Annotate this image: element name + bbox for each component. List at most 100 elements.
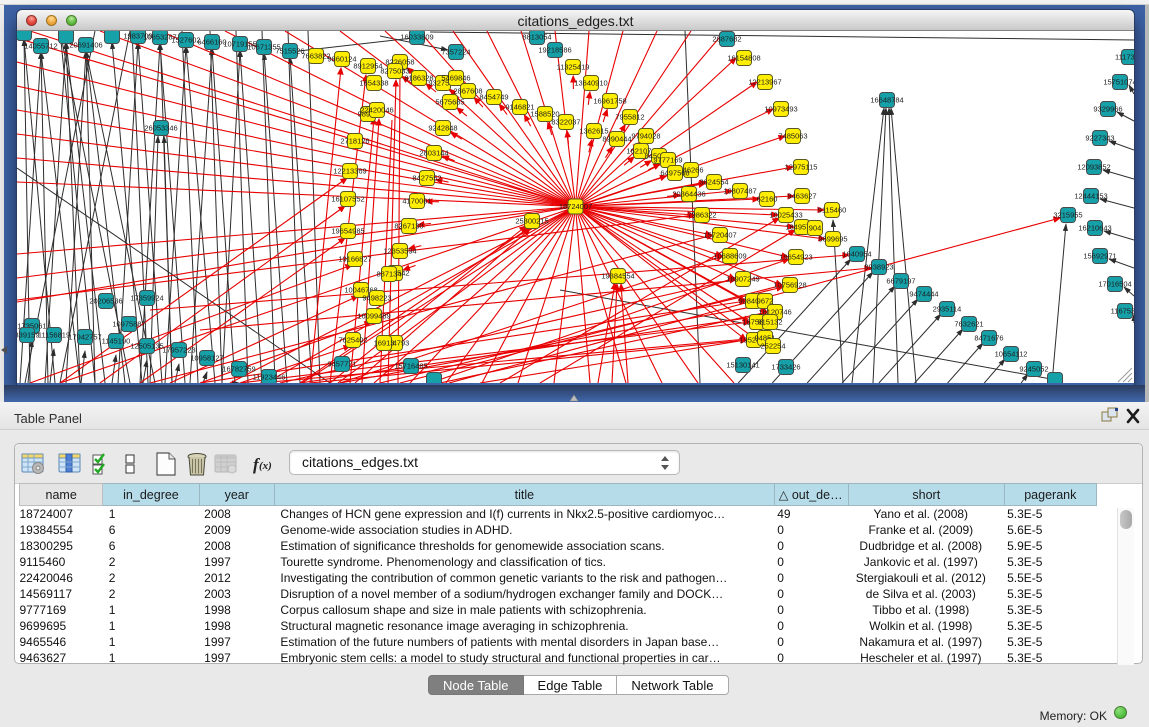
svg-text:7625402: 7625402 (338, 336, 367, 345)
svg-text:5675685: 5675685 (435, 98, 464, 107)
svg-text:6497568: 6497568 (660, 169, 689, 178)
svg-text:3624554: 3624554 (699, 178, 728, 187)
svg-text:16107552: 16107552 (331, 195, 364, 204)
svg-text:10688609: 10688609 (713, 252, 746, 261)
svg-text:9329966: 9329966 (1093, 105, 1122, 114)
svg-text:1167533: 1167533 (1111, 307, 1134, 316)
svg-text:16961758: 16961758 (593, 97, 626, 106)
svg-text:10958127: 10958127 (190, 354, 223, 363)
svg-text:16099489: 16099489 (357, 312, 390, 321)
svg-text:15692971: 15692971 (1083, 252, 1116, 261)
svg-text:15130141: 15130141 (726, 361, 759, 370)
svg-text:16033809: 16033809 (400, 33, 433, 42)
svg-text:14055712: 14055712 (24, 42, 57, 51)
svg-text:11156819: 11156819 (38, 331, 70, 340)
svg-text:16648784: 16648784 (870, 96, 903, 105)
svg-text:2867608: 2867608 (453, 87, 482, 96)
svg-text:10975887: 10975887 (112, 320, 145, 329)
svg-text:6466160: 6466160 (197, 38, 226, 47)
svg-text:7955812: 7955812 (615, 113, 644, 122)
svg-text:20206536: 20206536 (89, 297, 122, 306)
svg-text:1527602: 1527602 (171, 36, 200, 45)
svg-text:904: 904 (809, 224, 822, 233)
svg-text:9463627: 9463627 (787, 192, 816, 201)
svg-text:17359924: 17359924 (130, 294, 163, 303)
svg-text:10756928: 10756928 (773, 281, 806, 290)
svg-text:17016504: 17016504 (1098, 280, 1131, 289)
svg-text:9498223: 9498223 (362, 294, 391, 303)
svg-text:8990444: 8990444 (602, 135, 631, 144)
svg-text:2887682: 2887682 (712, 35, 741, 44)
svg-text:16913: 16913 (374, 339, 395, 348)
svg-text:10973493: 10973493 (764, 105, 797, 114)
svg-text:(x): (x) (259, 460, 272, 472)
svg-text:8471676: 8471676 (974, 334, 1003, 343)
svg-text:9699695: 9699695 (818, 235, 847, 244)
svg-text:887134: 887134 (376, 270, 401, 279)
svg-text:1145190: 1145190 (102, 337, 131, 346)
svg-text:7986322: 7986322 (687, 211, 716, 220)
svg-text:17942757: 17942757 (68, 333, 101, 342)
svg-text:839159: 839159 (17, 331, 40, 340)
svg-text:11325419: 11325419 (557, 63, 590, 72)
svg-text:5469846: 5469846 (441, 74, 470, 83)
svg-text:25300215: 25300215 (515, 217, 548, 226)
svg-text:12213369: 12213369 (333, 167, 366, 176)
svg-text:26053346: 26053346 (144, 124, 177, 133)
svg-text:9777169: 9777169 (653, 156, 682, 165)
svg-text:2718126: 2718126 (340, 137, 369, 146)
svg-text:9794028: 9794028 (631, 132, 660, 141)
svg-text:22420046: 22420046 (360, 106, 393, 115)
svg-text:252254: 252254 (760, 342, 785, 351)
svg-text:8912954: 8912954 (353, 62, 382, 71)
svg-text:8813054: 8813054 (522, 33, 551, 42)
svg-text:9245052: 9245052 (1019, 365, 1048, 374)
svg-text:20364436: 20364436 (672, 190, 705, 199)
svg-text:8454749: 8454749 (479, 93, 508, 102)
svg-text:19654985: 19654985 (331, 227, 364, 236)
svg-text:9474444: 9474444 (909, 290, 938, 299)
svg-text:9115460: 9115460 (818, 206, 847, 215)
svg-text:1654338: 1654338 (359, 79, 388, 88)
svg-text:18907249: 18907249 (726, 275, 759, 284)
svg-text:1117342: 1117342 (1115, 53, 1134, 62)
svg-text:8267130: 8267130 (394, 222, 423, 231)
svg-text:7485063: 7485063 (778, 132, 807, 141)
svg-text:12093852: 12093852 (1077, 163, 1110, 172)
svg-text:12505135: 12505135 (130, 342, 163, 351)
svg-text:19384554: 19384554 (601, 272, 634, 281)
svg-text:7515526: 7515526 (275, 47, 304, 56)
svg-text:12975115: 12975115 (785, 163, 818, 172)
svg-text:16782759: 16782759 (222, 365, 255, 374)
svg-text:4170061: 4170061 (402, 197, 431, 206)
svg-text:10025433: 10025433 (769, 211, 802, 220)
svg-text:20691406: 20691406 (69, 41, 102, 50)
svg-text:18724007: 18724007 (559, 202, 592, 211)
svg-text:9860124: 9860124 (327, 55, 356, 64)
svg-text:13640910: 13640910 (574, 79, 607, 88)
svg-text:9242848: 9242848 (428, 124, 457, 133)
svg-text:2935114: 2935114 (933, 305, 962, 314)
svg-text:11923446: 11923446 (253, 373, 286, 382)
svg-text:7663822: 7663822 (301, 52, 330, 61)
svg-text:2803144: 2803144 (419, 149, 448, 158)
svg-text:16210643: 16210643 (1078, 224, 1111, 233)
svg-text:62160: 62160 (757, 195, 778, 204)
svg-text:7357224: 7357224 (441, 48, 470, 57)
svg-text:6679197: 6679197 (886, 277, 915, 286)
svg-text:8322037: 8322037 (551, 118, 580, 127)
svg-text:12213967: 12213967 (748, 78, 781, 87)
svg-text:12353594: 12353594 (383, 247, 416, 256)
svg-text:15720407: 15720407 (703, 231, 736, 240)
svg-text:8427552: 8427552 (412, 174, 441, 183)
svg-text:8938923: 8938923 (864, 263, 893, 272)
svg-text:7632621: 7632621 (954, 320, 983, 329)
svg-text:9457771: 9457771 (327, 360, 356, 369)
svg-text:15716485: 15716485 (394, 362, 427, 371)
svg-text:915132: 915132 (757, 318, 782, 327)
svg-text:10654112: 10654112 (995, 350, 1028, 359)
svg-text:12444153: 12444153 (1074, 192, 1107, 201)
svg-text:19218586: 19218586 (538, 46, 571, 55)
svg-text:19166827: 19166827 (338, 255, 371, 264)
svg-text:10807487: 10807487 (723, 187, 756, 196)
